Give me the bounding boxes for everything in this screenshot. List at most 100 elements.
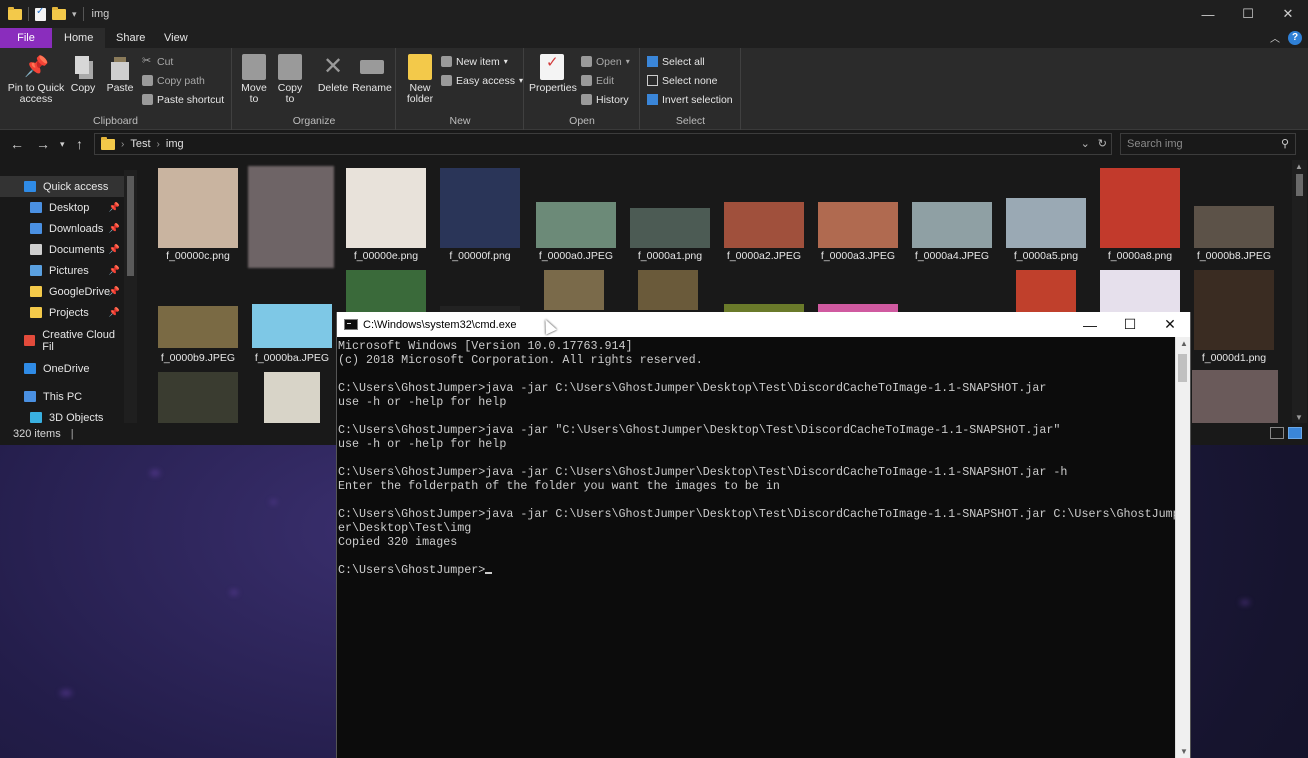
file-name-label[interactable]: f_0000b8.JPEG — [1184, 250, 1284, 262]
file-name-label[interactable]: f_0000ba.JPEG — [242, 352, 342, 364]
properties-button[interactable]: Properties — [529, 54, 577, 94]
file-name-label[interactable]: f_00000f.png — [430, 250, 530, 262]
file-name-label[interactable]: f_0000a8.png — [1090, 250, 1190, 262]
select-all-button[interactable]: Select all — [647, 53, 705, 70]
refresh-icon[interactable]: ↻ — [1098, 137, 1107, 150]
file-name-label[interactable]: f_0000d1.png — [1184, 352, 1284, 364]
large-icons-view-icon[interactable] — [1288, 427, 1302, 439]
file-thumbnail[interactable] — [818, 202, 898, 248]
console-output[interactable]: Microsoft Windows [Version 10.0.17763.91… — [337, 337, 1180, 758]
forward-arrow-icon[interactable]: → — [36, 136, 50, 152]
scroll-down-icon[interactable]: ▼ — [1180, 747, 1188, 756]
back-arrow-icon[interactable]: ← — [10, 136, 24, 152]
file-thumbnail[interactable] — [440, 168, 520, 248]
file-thumbnail[interactable] — [638, 270, 698, 310]
select-none-button[interactable]: Select none — [647, 72, 717, 89]
file-thumbnail[interactable] — [724, 202, 804, 248]
file-thumbnail[interactable] — [1194, 206, 1274, 248]
file-name-label[interactable]: f_0000a2.JPEG — [714, 250, 814, 262]
breadcrumb-img[interactable]: img — [166, 138, 184, 150]
content-scrollbar[interactable]: ▲ ▼ — [1292, 160, 1307, 424]
file-name-label[interactable]: f_0000a1.png — [620, 250, 720, 262]
tab-share[interactable]: Share — [104, 28, 157, 48]
file-thumbnail[interactable] — [630, 208, 710, 248]
file-name-label[interactable]: f_0000a3.JPEG — [808, 250, 908, 262]
up-arrow-icon[interactable]: ↑ — [76, 136, 83, 152]
file-name-label[interactable]: f_0000b9.JPEG — [148, 352, 248, 364]
file-thumbnail[interactable] — [158, 306, 238, 348]
pin-to-quick-access-button[interactable]: 📌 Pin to Quick access — [6, 54, 66, 105]
properties-quick-icon[interactable] — [35, 6, 46, 21]
file-thumbnail[interactable] — [544, 270, 604, 310]
file-thumbnail[interactable] — [536, 202, 616, 248]
nav-item[interactable]: Quick access — [0, 176, 124, 197]
scroll-up-icon[interactable]: ▲ — [1295, 162, 1303, 171]
file-name-label[interactable]: f_0000a0.JPEG — [526, 250, 626, 262]
paste-button[interactable]: Paste — [104, 54, 136, 94]
nav-scrollbar[interactable] — [124, 170, 137, 423]
nav-item[interactable]: Pictures 📌 — [0, 260, 124, 281]
close-button[interactable]: ✕ — [1268, 0, 1308, 28]
file-thumbnail[interactable] — [1192, 370, 1278, 424]
rename-button[interactable]: Rename — [351, 54, 393, 94]
open-button[interactable]: Open ▾ — [581, 53, 630, 70]
search-input[interactable]: Search img ⚲ — [1120, 133, 1296, 155]
cmd-maximize-button[interactable]: ☐ — [1110, 312, 1150, 337]
scroll-down-icon[interactable]: ▼ — [1295, 413, 1303, 422]
edit-button[interactable]: Edit — [581, 72, 614, 89]
file-name-label[interactable]: f_0000a5.png — [996, 250, 1096, 262]
address-bar[interactable]: › Test › img ⌄ ↻ — [94, 133, 1112, 155]
file-thumbnail[interactable] — [1194, 270, 1274, 350]
nav-item[interactable]: Downloads 📌 — [0, 218, 124, 239]
file-name-label[interactable]: f_0000a4.JPEG — [902, 250, 1002, 262]
nav-item[interactable]: Creative Cloud Fil — [0, 329, 124, 353]
delete-button[interactable]: ✕ Delete — [315, 54, 351, 94]
help-icon[interactable]: ? — [1288, 30, 1302, 45]
new-folder-quick-icon[interactable] — [52, 6, 66, 20]
file-thumbnail[interactable] — [248, 166, 334, 268]
breadcrumb-test[interactable]: Test — [130, 138, 150, 150]
file-thumbnail[interactable] — [252, 304, 332, 348]
file-thumbnail[interactable] — [1100, 270, 1180, 314]
nav-item[interactable]: OneDrive — [0, 358, 124, 379]
cut-button[interactable]: ✂ Cut — [142, 53, 173, 70]
copy-path-button[interactable]: Copy path — [142, 72, 205, 89]
new-folder-button[interactable]: New folder — [403, 54, 437, 105]
copy-button[interactable]: Copy — [68, 54, 98, 94]
invert-selection-button[interactable]: Invert selection — [647, 91, 733, 108]
minimize-button[interactable]: — — [1188, 0, 1228, 28]
cmd-close-button[interactable]: ✕ — [1150, 312, 1190, 337]
easy-access-button[interactable]: Easy access ▾ — [441, 72, 523, 89]
address-dropdown-icon[interactable]: ⌄ — [1081, 137, 1090, 150]
file-name-label[interactable]: f_00000e.png — [336, 250, 436, 262]
file-thumbnail[interactable] — [346, 270, 426, 314]
cmd-minimize-button[interactable]: — — [1070, 312, 1110, 337]
collapse-ribbon-icon[interactable]: ︿ — [1270, 30, 1280, 45]
move-to-button[interactable]: Move to — [237, 54, 271, 105]
recent-locations-icon[interactable]: ▾ — [60, 139, 65, 150]
scroll-up-icon[interactable]: ▲ — [1180, 339, 1188, 348]
file-thumbnail[interactable] — [158, 168, 238, 248]
nav-item[interactable]: This PC — [0, 386, 124, 407]
nav-item[interactable]: Desktop 📌 — [0, 197, 124, 218]
new-item-button[interactable]: New item ▾ — [441, 53, 508, 70]
nav-item[interactable]: GoogleDrive 📌 — [0, 281, 124, 302]
file-name-label[interactable]: f_00000c.png — [148, 250, 248, 262]
file-thumbnail[interactable] — [1016, 270, 1076, 314]
cmd-scrollbar[interactable]: ▲ ▼ — [1175, 337, 1190, 758]
nav-item[interactable]: Documents 📌 — [0, 239, 124, 260]
file-thumbnail[interactable] — [912, 202, 992, 248]
file-thumbnail[interactable] — [158, 372, 238, 424]
file-thumbnail[interactable] — [346, 168, 426, 248]
file-thumbnail[interactable] — [1100, 168, 1180, 248]
tab-home[interactable]: Home — [52, 28, 106, 48]
customize-quick-access-icon[interactable]: ▾ — [72, 9, 77, 20]
file-thumbnail[interactable] — [1006, 198, 1086, 248]
copy-to-button[interactable]: Copy to — [273, 54, 307, 105]
scroll-thumb[interactable] — [1296, 174, 1303, 196]
maximize-button[interactable]: ☐ — [1228, 0, 1268, 28]
history-button[interactable]: History — [581, 91, 629, 108]
paste-shortcut-button[interactable]: Paste shortcut — [142, 91, 224, 108]
details-view-icon[interactable] — [1270, 427, 1284, 439]
scroll-thumb[interactable] — [1178, 354, 1187, 382]
